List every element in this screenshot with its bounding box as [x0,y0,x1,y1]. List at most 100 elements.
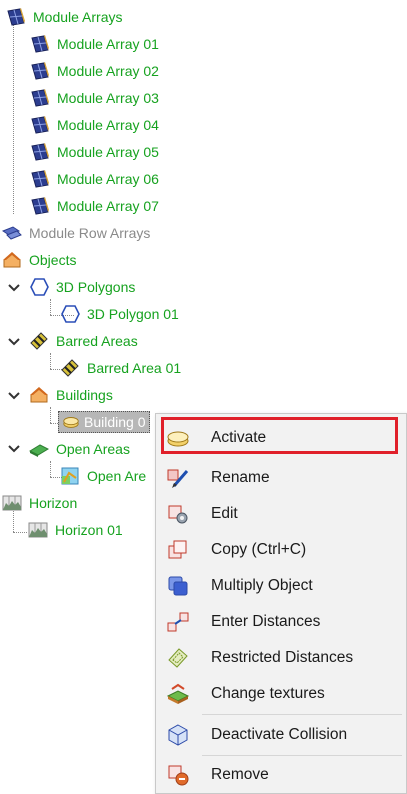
horizon-icon [2,495,22,511]
tree-node-label: Module Array 06 [57,171,159,187]
tree-node-label: Objects [29,252,77,268]
tree-guide-line [50,423,58,424]
tree-node-module-array-05[interactable]: Module Array 05 [30,139,162,165]
menu-item-label: Deactivate Collision [211,726,348,743]
tree-node-buildings[interactable]: Buildings [29,382,116,408]
solar-panel-icon [31,170,49,188]
menu-item-remove[interactable]: Remove [156,758,406,792]
menu-item-label: Edit [211,505,238,522]
menu-item-change-textures[interactable]: Change textures [156,677,406,711]
menu-separator [202,714,402,715]
tree-node-3d-polygon-01[interactable]: 3D Polygon 01 [60,301,182,327]
distances-icon [167,612,189,632]
solar-panel-icon [31,62,49,80]
menu-item-label: Change textures [211,685,325,702]
polygon-icon [61,305,80,323]
tree-node-label-selected: Building 0 [58,411,150,433]
menu-item-enter-distances[interactable]: Enter Distances [156,605,406,639]
tree-node-module-array-06[interactable]: Module Array 06 [30,166,162,192]
tree-guide-line [50,353,51,369]
tree-node-barred-areas[interactable]: Barred Areas [29,328,141,354]
tree-node-module-arrays[interactable]: Module Arrays [6,4,125,30]
tree-node-3d-polygons[interactable]: 3D Polygons [29,274,138,300]
menu-item-label: Remove [211,766,269,783]
house-icon [3,252,21,268]
tree-node-label: Building 0 [84,414,146,430]
menu-item-copy[interactable]: Copy (Ctrl+C) [156,533,406,567]
tree-node-label: Module Array 03 [57,90,159,106]
menu-item-rename[interactable]: Rename [156,461,406,495]
tree-node-open-areas[interactable]: Open Areas [29,436,133,462]
tree-node-module-array-04[interactable]: Module Array 04 [30,112,162,138]
menu-item-edit[interactable]: Edit [156,497,406,531]
module-row-icon [2,226,22,240]
tree-node-label: Barred Area 01 [87,360,182,376]
house-icon [30,387,48,403]
tree-node-module-array-07[interactable]: Module Array 07 [30,193,162,219]
menu-item-label: Enter Distances [211,613,321,630]
chevron-down-icon[interactable] [7,335,21,349]
textures-icon [166,683,190,704]
tree-node-building-01[interactable]: Building 0 [58,409,150,435]
menu-item-label: Rename [211,469,270,486]
edit-icon [168,505,188,524]
tree-node-label: Open Are [87,468,147,484]
multiply-icon [168,576,188,596]
collision-icon [168,724,188,746]
solar-panel-icon [31,143,49,161]
tree-node-label: Module Array 04 [57,117,159,133]
building-icon [63,417,79,428]
solar-panel-icon [31,197,49,215]
tree-node-label: Module Array 05 [57,144,159,160]
tree-node-label: Barred Areas [56,333,138,349]
tree-node-horizon-01[interactable]: Horizon 01 [28,517,126,543]
tree-node-open-area-01[interactable]: Open Are [60,463,149,489]
menu-separator [202,755,402,756]
tree-guide-line [50,299,51,315]
tree-guide-line [13,532,27,533]
tree-node-label: Module Array 07 [57,198,159,214]
open-area-map-icon [61,467,79,485]
tree-node-barred-area-01[interactable]: Barred Area 01 [60,355,184,381]
context-menu: Activate Rename Edit Copy (Ctrl+C) Multi… [155,413,407,794]
tree-node-module-row-arrays[interactable]: Module Row Arrays [2,220,153,246]
barred-area-icon [30,332,48,350]
barred-area-icon [61,359,79,377]
menu-item-label: Copy (Ctrl+C) [211,541,307,558]
tree-node-label: Module Row Arrays [29,225,151,241]
polygon-icon [30,278,49,296]
chevron-down-icon[interactable] [7,281,21,295]
tree-node-label: Horizon [29,495,78,511]
chevron-down-icon[interactable] [7,389,21,403]
tree-node-label: Module Array 02 [57,63,159,79]
tree-node-label: 3D Polygon 01 [87,306,179,322]
tree-node-label: Module Arrays [33,9,123,25]
tree-node-horizon[interactable]: Horizon [2,490,80,516]
tree-node-label: Module Array 01 [57,36,159,52]
copy-icon [168,540,187,559]
tree-node-label: Open Areas [56,441,130,457]
tree-node-objects[interactable]: Objects [2,247,79,273]
menu-item-deactivate-collision[interactable]: Deactivate Collision [156,718,406,752]
tree-node-label: 3D Polygons [56,279,136,295]
open-area-icon [29,444,49,457]
tree-node-label: Horizon 01 [55,522,123,538]
tree-guide-line [13,24,14,214]
menu-item-multiply-object[interactable]: Multiply Object [156,569,406,603]
restricted-distances-icon [168,648,188,668]
tree-guide-line [50,461,51,477]
menu-item-label: Restricted Distances [211,649,354,666]
solar-panel-icon [31,89,49,107]
tree-node-module-array-01[interactable]: Module Array 01 [30,31,162,57]
solar-panel-icon [31,116,49,134]
tree-node-module-array-02[interactable]: Module Array 02 [30,58,162,84]
rename-icon [167,469,189,488]
solar-panel-icon [31,35,49,53]
chevron-down-icon[interactable] [7,442,21,456]
tree-node-module-array-03[interactable]: Module Array 03 [30,85,162,111]
menu-item-restricted-distances[interactable]: Restricted Distances [156,641,406,675]
menu-item-label: Multiply Object [211,577,313,594]
tree-guide-line [50,407,51,423]
highlight-box [161,417,398,454]
tree-node-label: Buildings [56,387,113,403]
